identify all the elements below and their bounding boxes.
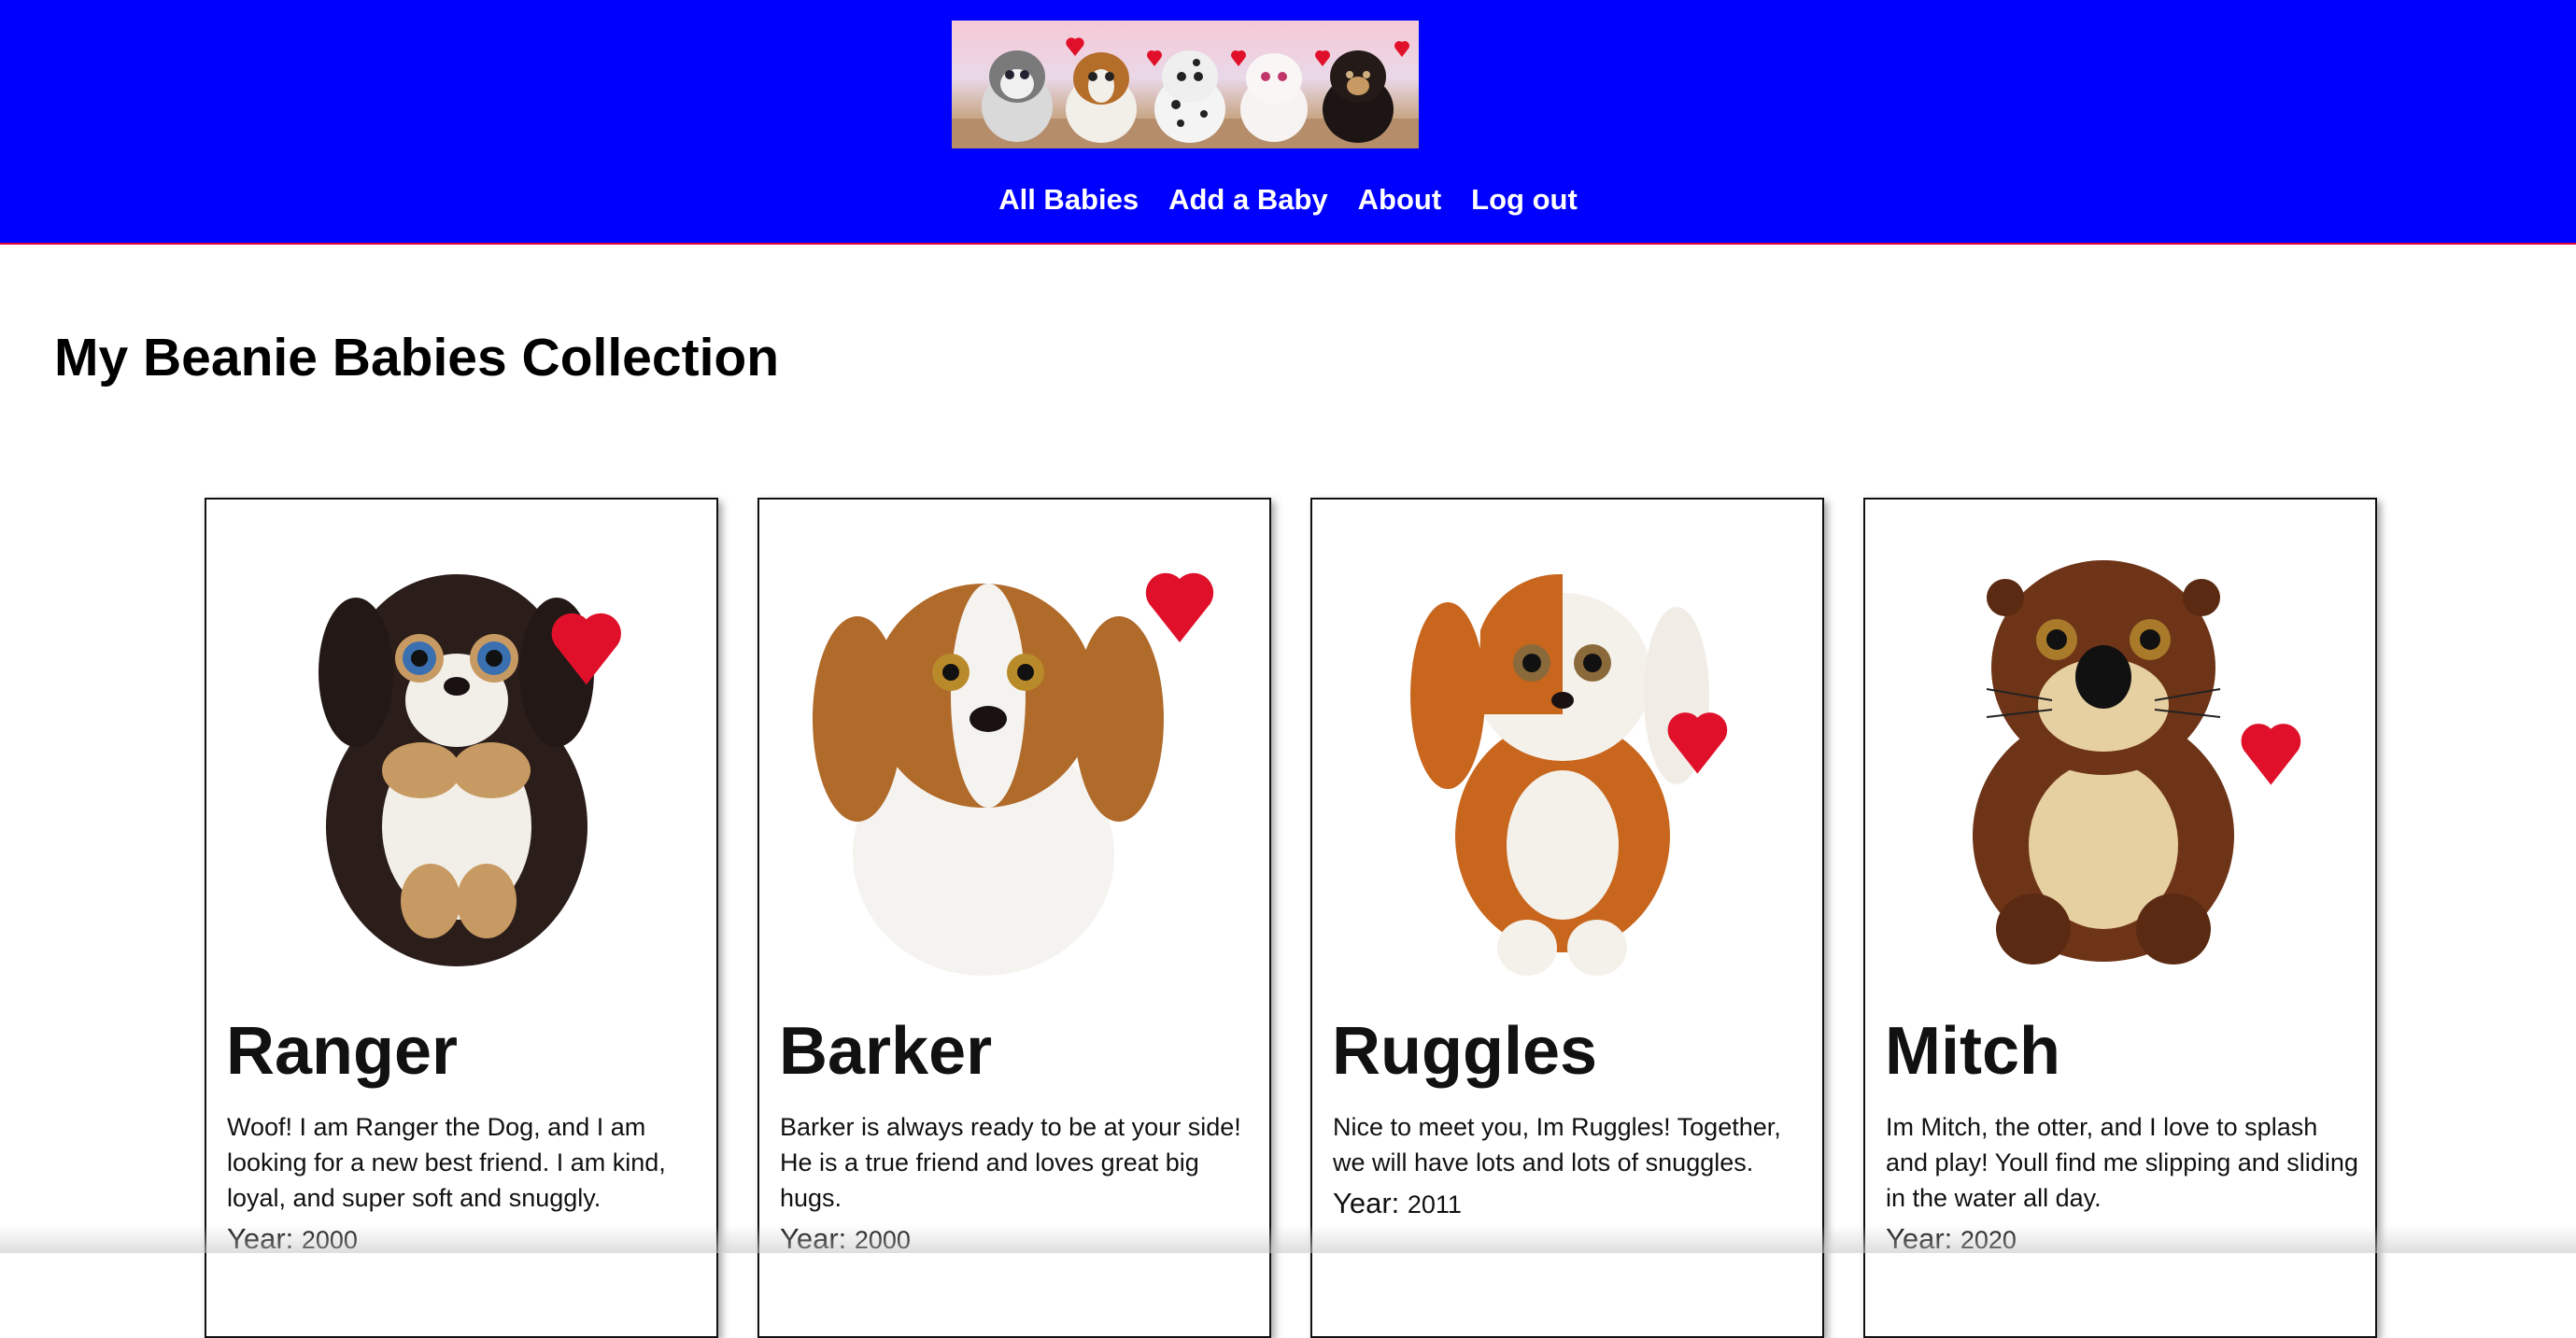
plush-image-ranger xyxy=(318,574,621,966)
nav-about-link[interactable]: About xyxy=(1358,177,1442,222)
beanie-card-barker[interactable]: Barker Barker is always ready to be at y… xyxy=(757,498,1271,1338)
card-description: Woof! I am Ranger the Dog, and I am look… xyxy=(227,1113,666,1212)
beanie-card-ruggles[interactable]: Ruggles Nice to meet you, Im Ruggles! To… xyxy=(1310,498,1824,1338)
card-name: Barker xyxy=(779,1014,993,1089)
nav-log-out-link[interactable]: Log out xyxy=(1471,177,1578,222)
card-description: Barker is always ready to be at your sid… xyxy=(780,1113,1241,1212)
card-description: Nice to meet you, Im Ruggles! Together, … xyxy=(1333,1113,1781,1176)
beanie-card-mitch[interactable]: Mitch Im Mitch, the otter, and I love to… xyxy=(1863,498,2377,1338)
card-year: Year: 2011 xyxy=(1333,1187,1462,1220)
beanie-cards-list: Ranger Woof! I am Ranger the Dog, and I … xyxy=(205,498,2377,1338)
plush-image-barker xyxy=(813,572,1214,976)
year-label: Year: xyxy=(1333,1187,1400,1219)
nav-all-babies-link[interactable]: All Babies xyxy=(998,177,1139,222)
page-title: My Beanie Babies Collection xyxy=(54,328,780,387)
plush-image-mitch xyxy=(1973,560,2301,965)
card-description: Im Mitch, the otter, and I love to splas… xyxy=(1886,1113,2358,1212)
beanie-card-ranger[interactable]: Ranger Woof! I am Ranger the Dog, and I … xyxy=(205,498,718,1338)
year-value: 2011 xyxy=(1407,1190,1462,1218)
nav-add-a-baby-link[interactable]: Add a Baby xyxy=(1168,177,1328,222)
card-name: Ruggles xyxy=(1332,1014,1598,1089)
plush-image-ruggles xyxy=(1410,573,1728,976)
window-bottom-shadow xyxy=(0,1225,2576,1253)
card-name: Mitch xyxy=(1885,1014,2060,1089)
card-name: Ranger xyxy=(226,1014,459,1089)
site-header: All Babies Add a Baby About Log out xyxy=(0,0,2576,245)
main-nav: All Babies Add a Baby About Log out xyxy=(0,177,2576,222)
beanie-babies-banner-image xyxy=(952,21,1419,148)
